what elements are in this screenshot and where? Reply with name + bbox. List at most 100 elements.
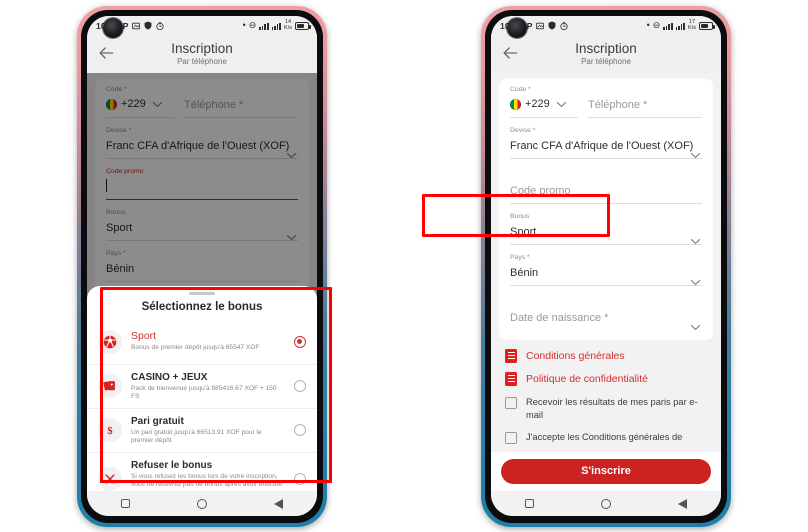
battery-icon <box>295 21 311 30</box>
privacy-link-row[interactable]: Politique de confidentialité <box>491 363 721 386</box>
bonus-value: Sport <box>510 226 537 238</box>
back-arrow-icon[interactable] <box>500 43 520 63</box>
svg-text:$: $ <box>107 426 112 437</box>
option-title: Pari gratuit <box>131 415 184 427</box>
circle-icon[interactable] <box>600 498 611 509</box>
camera-punch-hole <box>507 18 527 38</box>
list-item[interactable]: Sport Bonus de premier dépôt jusqu'à 655… <box>87 320 317 364</box>
birthdate-placeholder: Date de naissance * <box>510 312 609 324</box>
page-title: Inscription <box>171 40 233 56</box>
dot-icon: • <box>646 20 650 30</box>
radio-button[interactable] <box>294 472 306 485</box>
option-description: Un pari gratuit jusqu'à 66513.91 XOF pou… <box>131 428 262 445</box>
country-label: Pays * <box>510 254 530 261</box>
list-item[interactable]: CASINO + JEUX Pack de bienvenue jusqu'à … <box>87 363 317 408</box>
screenshot-icon <box>536 22 545 30</box>
radio-button[interactable] <box>294 380 306 393</box>
promo-code-field[interactable]: Code promo <box>510 168 702 204</box>
currency-field[interactable]: Devise * Franc CFA d'Afrique de l'Ouest … <box>510 127 702 159</box>
currency-label: Devise * <box>510 127 536 134</box>
battery-icon <box>699 21 715 30</box>
signal-bars-2-icon <box>271 22 282 30</box>
circle-icon[interactable] <box>196 498 207 509</box>
radio-button[interactable] <box>294 424 306 437</box>
shield-icon <box>548 21 556 30</box>
soccer-ball-icon <box>98 329 122 354</box>
square-icon[interactable] <box>524 499 534 508</box>
phone-bezel-right: 10:55 P <box>485 10 727 523</box>
privacy-link-label: Politique de confidentialité <box>526 373 649 385</box>
phone-frame-left: 10:40 P <box>77 6 327 527</box>
checkbox-email-results[interactable] <box>505 397 517 409</box>
chevron-down-icon[interactable] <box>690 273 701 286</box>
android-nav-bar <box>491 491 721 516</box>
submit-bar: S'inscrire <box>491 452 721 491</box>
back-arrow-icon[interactable] <box>96 43 116 63</box>
page-title: Inscription <box>575 40 637 56</box>
status-bar-right: • ⊖ 14 K/s <box>243 19 311 31</box>
option-title: Sport <box>131 330 157 343</box>
form-scroll-area: Code * +229 Téléphone * Devise * Franc C… <box>491 73 721 516</box>
document-icon <box>505 372 517 386</box>
android-nav-bar <box>87 491 317 516</box>
phone-bezel-left: 10:40 P <box>81 10 323 523</box>
back-triangle-icon[interactable] <box>678 498 688 509</box>
bonus-bottom-sheet: Sélectionnez le bonus Sport Bonus de pre… <box>87 286 317 516</box>
checkbox-email-label: Recevoir les résultats de mes paris par … <box>526 397 698 420</box>
phone-screen-left: 10:40 P <box>87 16 317 516</box>
carrier-p-icon: P <box>122 20 129 31</box>
bonus-label: Bonus <box>510 213 530 220</box>
app-header: Inscription Par téléphone <box>491 35 721 73</box>
option-text: CASINO + JEUX Pack de bienvenue jusqu'à … <box>131 371 285 402</box>
document-icon <box>505 349 517 363</box>
status-bar-right: • ⊖ 17 K/s <box>646 19 715 31</box>
cross-icon <box>98 466 122 491</box>
do-not-disturb-icon: ⊖ <box>248 20 257 30</box>
square-icon[interactable] <box>120 499 130 508</box>
radio-button[interactable] <box>294 335 306 348</box>
carrier-p-icon: P <box>526 20 533 31</box>
chevron-down-icon[interactable] <box>690 318 701 331</box>
checkbox-accept-terms[interactable] <box>505 432 517 444</box>
option-title: Refuser le bonus <box>131 459 213 471</box>
terms-link-row[interactable]: Conditions générales <box>491 340 721 363</box>
page-subtitle: Par téléphone <box>177 56 227 66</box>
phone-row: Code * +229 Téléphone * <box>510 86 702 127</box>
checkbox-row-terms[interactable]: J'accepte les Conditions générales de <box>491 421 721 444</box>
chevron-down-icon[interactable] <box>690 146 701 159</box>
country-code-field[interactable]: Code * +229 <box>510 86 578 127</box>
benin-flag-icon <box>510 98 521 110</box>
network-speed: 14 K/s <box>284 19 292 31</box>
submit-button[interactable]: S'inscrire <box>501 459 711 484</box>
sheet-title: Sélectionnez le bonus <box>141 300 263 313</box>
birthdate-field[interactable]: Date de naissance * <box>510 295 702 331</box>
camera-punch-hole <box>103 18 123 38</box>
page-subtitle: Par téléphone <box>581 56 631 66</box>
currency-value: Franc CFA d'Afrique de l'Ouest (XOF) <box>510 140 694 152</box>
country-code-label: Code * <box>510 86 531 93</box>
screenshot-icon <box>132 22 141 30</box>
bonus-field[interactable]: Bonus Sport <box>510 213 702 245</box>
back-triangle-icon[interactable] <box>274 498 284 509</box>
network-speed: 17 K/s <box>688 19 696 31</box>
country-field[interactable]: Pays * Bénin <box>510 254 702 286</box>
phone-left: 10:40 P <box>0 0 404 532</box>
timer-icon <box>156 21 165 30</box>
checkbox-row-email[interactable]: Recevoir les résultats de mes paris par … <box>491 386 721 421</box>
chevron-down-icon[interactable] <box>556 95 567 113</box>
header-titles: Inscription Par téléphone <box>491 41 721 68</box>
dual-phone-comparison: 10:40 P <box>0 0 808 532</box>
status-bar: 10:40 P <box>87 16 317 38</box>
list-item[interactable]: $ Pari gratuit Un pari gratuit jusqu'à 6… <box>87 407 317 452</box>
playing-cards-icon <box>98 374 122 399</box>
signal-bars-icon <box>259 22 269 30</box>
checkbox-terms-label: J'accepte les Conditions générales de <box>526 432 683 442</box>
status-bar: 10:55 P <box>491 16 721 38</box>
phone-number-field[interactable]: Téléphone * <box>588 86 702 127</box>
signal-bars-icon <box>663 22 673 30</box>
phone-right: 10:55 P <box>404 0 808 532</box>
chevron-down-icon[interactable] <box>690 232 701 245</box>
promo-code-placeholder: Code promo <box>510 185 571 197</box>
option-title: CASINO + JEUX <box>131 371 208 383</box>
timer-icon <box>560 21 569 30</box>
